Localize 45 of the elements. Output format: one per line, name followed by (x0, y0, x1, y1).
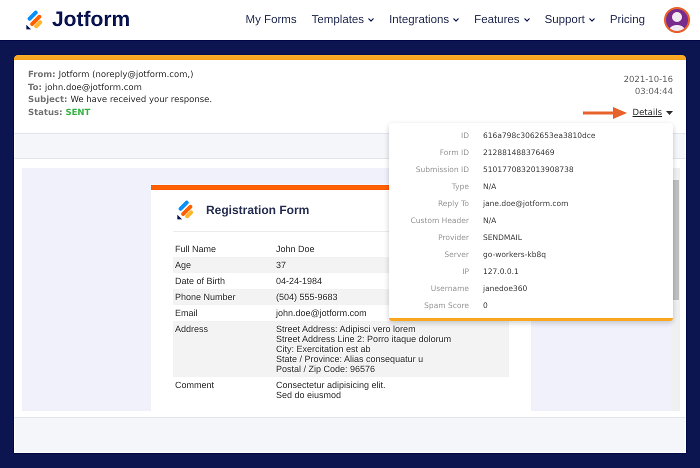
field-value: Sed do eiusmod (276, 390, 342, 400)
field-value: john.doe@jotform.com (276, 308, 367, 318)
field-label: To: (28, 82, 42, 92)
caret-icon (588, 18, 595, 22)
field-label: Date of Birth (175, 276, 226, 286)
field-label: Comment (175, 380, 216, 392)
status-value: SENT (66, 108, 90, 118)
details-link[interactable]: Details (632, 108, 662, 118)
field-label: Full Name (175, 244, 218, 254)
field-value: Street Address: Adipisci vero lorem (276, 324, 417, 334)
field-value: John Doe (276, 244, 315, 254)
form-title: Registration Form (206, 202, 310, 217)
nav-link[interactable]: Pricing (610, 14, 645, 26)
caret-icon (453, 18, 460, 22)
nav-link[interactable]: Templates (312, 14, 374, 26)
field-label: Subject: (28, 95, 68, 105)
field-label: From: (28, 70, 56, 80)
nav-link[interactable]: My Forms (246, 14, 297, 26)
field-value: Street Address Line 2: Porro itaque dolorum (276, 334, 452, 344)
nav-link[interactable]: Integrations (389, 14, 460, 26)
nav-link[interactable]: Support (544, 14, 595, 26)
sent-time: 03:04:44 (634, 86, 673, 98)
caret-icon (666, 111, 673, 115)
field-label: Email (175, 308, 199, 318)
field-value: City: Exercitation est ab (276, 344, 372, 354)
field-value: Postal / Zip Code: 96576 (276, 364, 376, 374)
field-value: john.doe@jotform.com (44, 82, 142, 92)
field-value: Jotform (noreply@jotform.com,) (58, 70, 194, 80)
field-value: We have received your response. (70, 95, 212, 105)
field-value: State / Province: Alias consequatur u (276, 354, 424, 364)
caret-icon (368, 18, 374, 22)
nav-link[interactable]: Features (474, 14, 530, 26)
annotation-arrow (582, 107, 627, 119)
field-label: Age (175, 260, 192, 270)
brand-name: Jotform (52, 8, 130, 32)
field-value: Consectetur adipisicing elit. (276, 380, 386, 390)
field-value: 04-24-1984 (276, 276, 322, 286)
field-label: Address (175, 324, 210, 336)
avatar[interactable] (664, 7, 690, 33)
field-label: Phone Number (175, 292, 237, 302)
sent-date: 2021-10-16 (624, 74, 673, 86)
caret-icon (524, 18, 530, 22)
field-value: (504) 555-9683 (276, 292, 338, 302)
field-label: Status: (28, 108, 62, 118)
field-value: 37 (276, 260, 286, 270)
